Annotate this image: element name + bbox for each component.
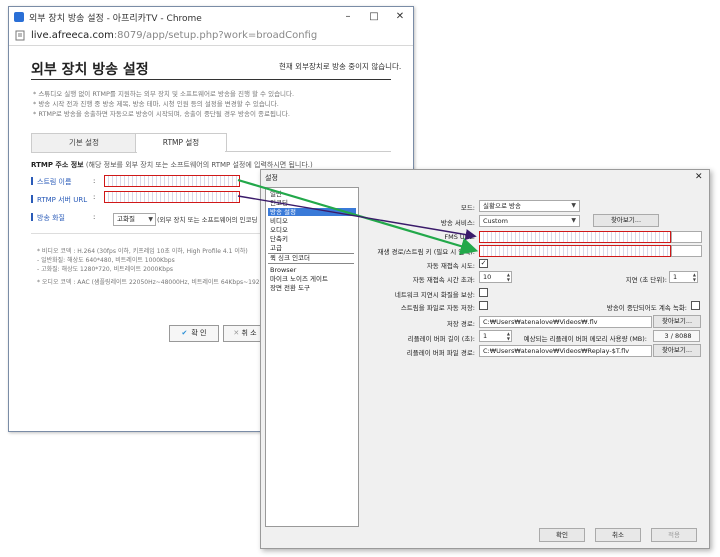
replay-length-label: 리플레이 버퍼 길이 (초):: [407, 335, 475, 343]
keep-recording-checkbox[interactable]: [691, 301, 700, 310]
tab-baseline: [225, 151, 391, 152]
note-line: * 스튜디오 실행 없이 RTMP를 지원하는 외부 장치 및 소프트웨어로 방…: [33, 90, 295, 98]
save-stream-label: 스트림을 파일로 자동 저장:: [400, 304, 475, 312]
sidebar-item-broadcast[interactable]: 방송 설정: [268, 208, 356, 216]
quality-select[interactable]: 고화질 ▼: [113, 213, 156, 226]
sidebar-separator: [268, 263, 354, 264]
confirm-button[interactable]: ✔ 확 인: [169, 325, 219, 342]
codec-line: * 비디오 코덱 : H.264 (30fps 이하, 키프레임 10초 이하,…: [37, 248, 248, 255]
colon: :: [93, 193, 96, 201]
broadcast-status-text: 현재 외부장치로 방송 중이지 않습니다.: [279, 62, 402, 71]
page-info-icon[interactable]: [15, 30, 25, 41]
save-stream-checkbox[interactable]: [479, 301, 488, 310]
fms-url-field-tail[interactable]: [671, 231, 702, 243]
address-bar[interactable]: live.afreeca.com:8079/app/setup.php?work…: [9, 27, 413, 46]
replay-path-label: 리플레이 버퍼 파일 경로:: [406, 349, 475, 357]
replay-path-field[interactable]: C:₩Users₩atenalove₩Videos₩Replay-$T.flv: [479, 345, 652, 357]
check-icon: ✔: [181, 329, 188, 337]
auto-reconnect-checkbox[interactable]: ✓: [479, 259, 488, 268]
service-select[interactable]: Custom ▼: [479, 215, 580, 227]
codec-line: - 고화질: 해상도 1280*720, 비트레이트 2000Kbps: [37, 266, 174, 273]
dialog-cancel-button[interactable]: 취소: [595, 528, 641, 542]
sidebar-item-quicksync[interactable]: 퀵 싱크 인코더: [268, 254, 356, 262]
fms-url-field[interactable]: [479, 231, 671, 243]
spinner-arrows-icon[interactable]: ▲ ▼: [507, 272, 510, 282]
settings-sidebar: 일반 인코딩 방송 설정 비디오 오디오 단축키 고급 퀵 싱크 인코더 Bro…: [265, 187, 359, 527]
stream-name-label: 스트림 이름: [31, 177, 71, 187]
page-title: 외부 장치 방송 설정: [31, 62, 149, 78]
ok-button[interactable]: 확인: [539, 528, 585, 542]
browse-button[interactable]: 찾아보기...: [593, 214, 659, 227]
window-title: 외부 장치 방송 설정 - 아프리카TV - Chrome: [29, 14, 202, 24]
auto-reconnect-label: 자동 재접속 시도:: [426, 262, 475, 270]
mode-label: 모드:: [460, 204, 475, 212]
quality-label: 방송 화질: [31, 213, 65, 223]
tab-basic-settings[interactable]: 기본 설정: [31, 133, 137, 153]
codec-line: - 일반화질: 해상도 640*480, 비트레이트 1000Kbps: [37, 257, 175, 264]
note-line: * RTMP로 방송을 송출하면 자동으로 방송이 시작되며, 송출이 중단될 …: [33, 110, 290, 118]
rtmp-url-field[interactable]: [104, 191, 240, 203]
sidebar-item-scene-switcher[interactable]: 장면 전환 도구: [268, 284, 356, 292]
stream-key-label: 재생 경로/스트림 키 (필요 시 입력):: [377, 248, 475, 256]
note-line: * 방송 시작 전과 진행 중 방송 제목, 방송 테마, 시청 인원 등의 설…: [33, 100, 279, 108]
delay-label: 지연 (초 단위):: [625, 276, 667, 284]
rtmp-url-label: RTMP 서버 URL: [31, 195, 87, 205]
dialog-close-button[interactable]: ✕: [695, 172, 703, 182]
reconnect-timeout-spinner[interactable]: 10 ▲ ▼: [479, 271, 512, 283]
chevron-down-icon: ▼: [571, 202, 576, 209]
reconnect-timeout-label: 자동 재접속 시간 초과:: [412, 276, 475, 284]
network-optimize-checkbox[interactable]: [479, 288, 488, 297]
maximize-button[interactable]: □: [363, 9, 385, 25]
chevron-down-icon: ▼: [148, 216, 153, 223]
sidebar-item-encoding[interactable]: 인코딩: [268, 199, 356, 207]
sidebar-item-general[interactable]: 일반: [268, 190, 356, 198]
replay-memory-label: 예상되는 리플레이 버퍼 메모리 사용량 (MB):: [523, 335, 647, 343]
notes-list: * 스튜디오 실행 없이 RTMP를 지원하는 외부 장치 및 소프트웨어로 방…: [33, 89, 294, 119]
save-path-label: 저장 경로:: [446, 320, 475, 328]
url-text[interactable]: live.afreeca.com:8079/app/setup.php?work…: [31, 30, 317, 41]
dialog-title: 설정: [265, 174, 278, 182]
sidebar-item-video[interactable]: 비디오: [268, 217, 356, 225]
sidebar-item-audio[interactable]: 오디오: [268, 226, 356, 234]
sidebar-item-browser[interactable]: Browser: [268, 266, 356, 274]
service-label: 방송 서비스:: [440, 219, 475, 227]
codec-line: * 오디오 코덱 : AAC (샘플링레이트 22050Hz~48000Hz, …: [37, 279, 264, 286]
replay-path-browse-button[interactable]: 찾아보기...: [653, 344, 701, 357]
tab-rtmp-settings[interactable]: RTMP 설정: [135, 133, 227, 152]
stream-key-field[interactable]: [479, 245, 671, 257]
codec-info: * 비디오 코덱 : H.264 (30fps 이하, 키프레임 10초 이하,…: [37, 247, 264, 287]
quality-hint: (외부 장치 또는 소프트웨어의 인코딩 설정: [157, 216, 272, 224]
fms-url-label: FMS URL:: [444, 233, 475, 241]
sidebar-item-hotkeys[interactable]: 단축키: [268, 235, 356, 243]
title-divider: [31, 79, 391, 80]
delay-spinner[interactable]: 1 ▲ ▼: [669, 271, 698, 283]
sidebar-item-advanced[interactable]: 고급: [268, 244, 356, 252]
colon: :: [93, 213, 96, 221]
stream-name-field[interactable]: [104, 175, 240, 187]
replay-memory-value: 3 / 8088: [653, 330, 700, 342]
keep-recording-label: 방송이 중단되어도 계속 녹화:: [606, 304, 687, 312]
close-button[interactable]: ✕: [389, 9, 411, 25]
mode-select[interactable]: 실황으로 방송 ▼: [479, 200, 580, 212]
colon: :: [93, 177, 96, 185]
afreeca-app-icon: [14, 12, 24, 22]
network-optimize-label: 네트워크 지연시 화질을 보상:: [394, 291, 475, 299]
save-path-field[interactable]: C:₩Users₩atenalove₩Videos₩.flv: [479, 316, 652, 328]
apply-button[interactable]: 적용: [651, 528, 697, 542]
chevron-down-icon: ▼: [571, 217, 576, 224]
settings-dialog: 설정 ✕ 일반 인코딩 방송 설정 비디오 오디오 단축키 고급 퀵 싱크 인코…: [260, 169, 710, 549]
minimize-button[interactable]: –: [337, 9, 359, 25]
save-path-browse-button[interactable]: 찾아보기...: [653, 315, 701, 328]
sidebar-item-noise-gate[interactable]: 마이크 노이즈 게이트: [268, 275, 356, 283]
stream-key-field-tail[interactable]: [671, 245, 702, 257]
browser-titlebar: 외부 장치 방송 설정 - 아프리카TV - Chrome – □ ✕: [9, 7, 413, 28]
spinner-arrows-icon[interactable]: ▲ ▼: [693, 272, 696, 282]
